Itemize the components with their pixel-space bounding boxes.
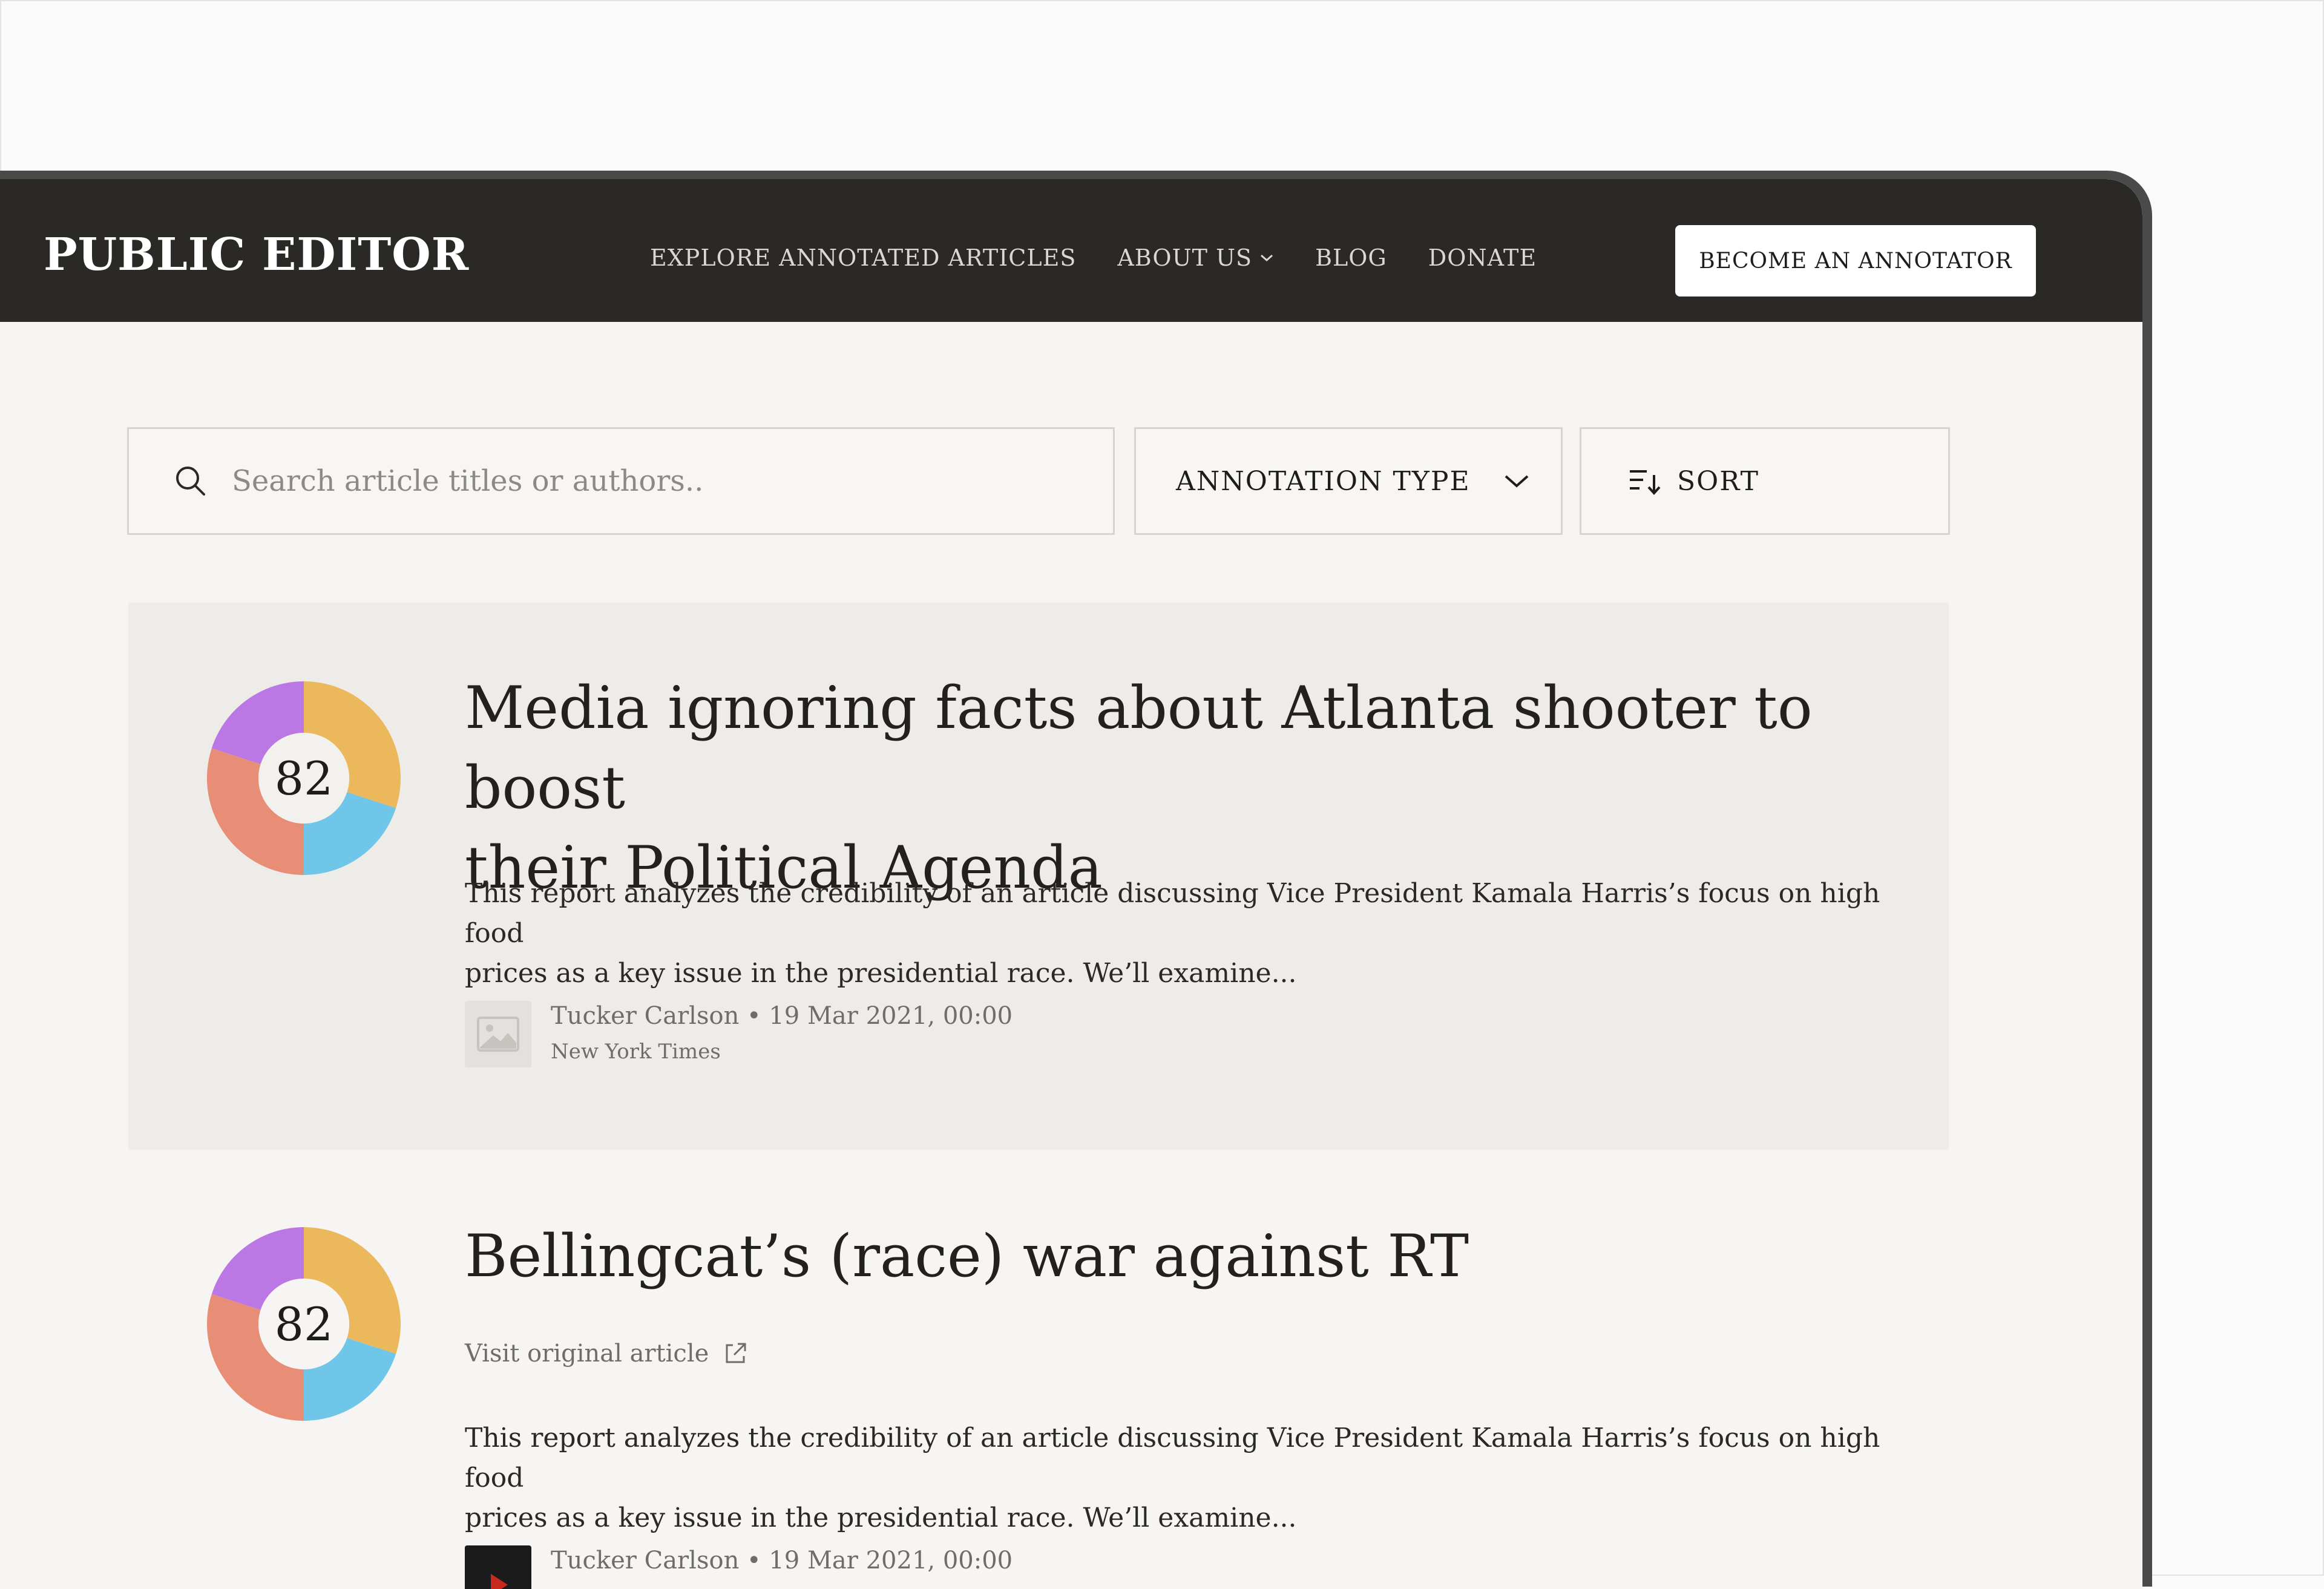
article-description: This report analyzes the credibility of … xyxy=(465,1418,1917,1538)
credibility-score-donut: 82 xyxy=(206,1227,401,1421)
article-title-line: Media ignoring facts about Atlanta shoot… xyxy=(465,674,1813,822)
article-byline: Tucker Carlson • 19 Mar 2021, 00:00 xyxy=(551,1002,1013,1030)
sort-label: SORT xyxy=(1677,465,1759,497)
visit-original-label: Visit original article xyxy=(465,1340,709,1368)
top-navbar: PUBLIC EDITOR EXPLORE ANNOTATED ARTICLES… xyxy=(0,179,2142,322)
article-byline: Tucker Carlson • 19 Mar 2021, 00:00 xyxy=(551,1547,1013,1574)
nav-explore-label: EXPLORE ANNOTATED ARTICLES xyxy=(650,244,1077,271)
article-description: This report analyzes the credibility of … xyxy=(465,874,1917,994)
play-icon xyxy=(491,1574,508,1589)
sort-icon xyxy=(1630,470,1661,495)
article-title[interactable]: Bellingcat’s (race) war against RT xyxy=(465,1216,1857,1296)
annotation-type-dropdown[interactable]: ANNOTATION TYPE xyxy=(1134,427,1563,535)
brand-logo[interactable]: PUBLIC EDITOR xyxy=(44,229,469,281)
search-input[interactable] xyxy=(231,464,1050,499)
chevron-down-icon xyxy=(1261,254,1273,262)
nav-blog[interactable]: BLOG xyxy=(1315,244,1387,271)
laptop-frame: PUBLIC EDITOR EXPLORE ANNOTATED ARTICLES… xyxy=(0,171,2152,1589)
nav-explore[interactable]: EXPLORE ANNOTATED ARTICLES xyxy=(650,244,1076,271)
search-box[interactable] xyxy=(127,427,1115,535)
external-link-icon xyxy=(726,1343,746,1363)
article-source: New York Times xyxy=(551,1040,721,1064)
app-screen: PUBLIC EDITOR EXPLORE ANNOTATED ARTICLES… xyxy=(0,179,2142,1589)
credibility-score-donut: 82 xyxy=(206,681,401,875)
visit-original-link[interactable]: Visit original article xyxy=(465,1340,747,1368)
sort-button[interactable]: SORT xyxy=(1580,427,1950,535)
score-value: 82 xyxy=(274,1297,333,1351)
article-description-line: prices as a key issue in the presidentia… xyxy=(465,1502,1297,1533)
become-annotator-button[interactable]: BECOME AN ANNOTATOR xyxy=(1675,225,2036,297)
image-placeholder-icon xyxy=(477,1017,519,1052)
article-description-line: prices as a key issue in the presidentia… xyxy=(465,958,1297,989)
nav-donate[interactable]: DONATE xyxy=(1428,244,1537,271)
article-description-line: This report analyzes the credibility of … xyxy=(465,878,1880,949)
source-thumbnail xyxy=(465,1545,531,1589)
nav-donate-label: DONATE xyxy=(1428,244,1537,271)
article-title-line: Bellingcat’s (race) war against RT xyxy=(465,1222,1469,1290)
article-card[interactable]: 82 Bellingcat’s (race) war against RT Vi… xyxy=(128,1150,1949,1589)
search-icon xyxy=(172,463,209,499)
nav-about-label: ABOUT US xyxy=(1117,244,1253,271)
score-value: 82 xyxy=(274,751,333,805)
annotation-type-label: ANNOTATION TYPE xyxy=(1176,465,1471,497)
article-description-line: This report analyzes the credibility of … xyxy=(465,1423,1880,1493)
main-nav: EXPLORE ANNOTATED ARTICLES ABOUT US BLOG… xyxy=(650,244,1578,271)
article-title[interactable]: Media ignoring facts about Atlanta shoot… xyxy=(465,668,1857,908)
nav-blog-label: BLOG xyxy=(1315,244,1387,271)
source-thumbnail xyxy=(465,1001,531,1067)
article-card[interactable]: 82 Media ignoring facts about Atlanta sh… xyxy=(128,603,1949,1150)
nav-about[interactable]: ABOUT US xyxy=(1117,244,1274,271)
chevron-down-icon xyxy=(1505,475,1528,488)
